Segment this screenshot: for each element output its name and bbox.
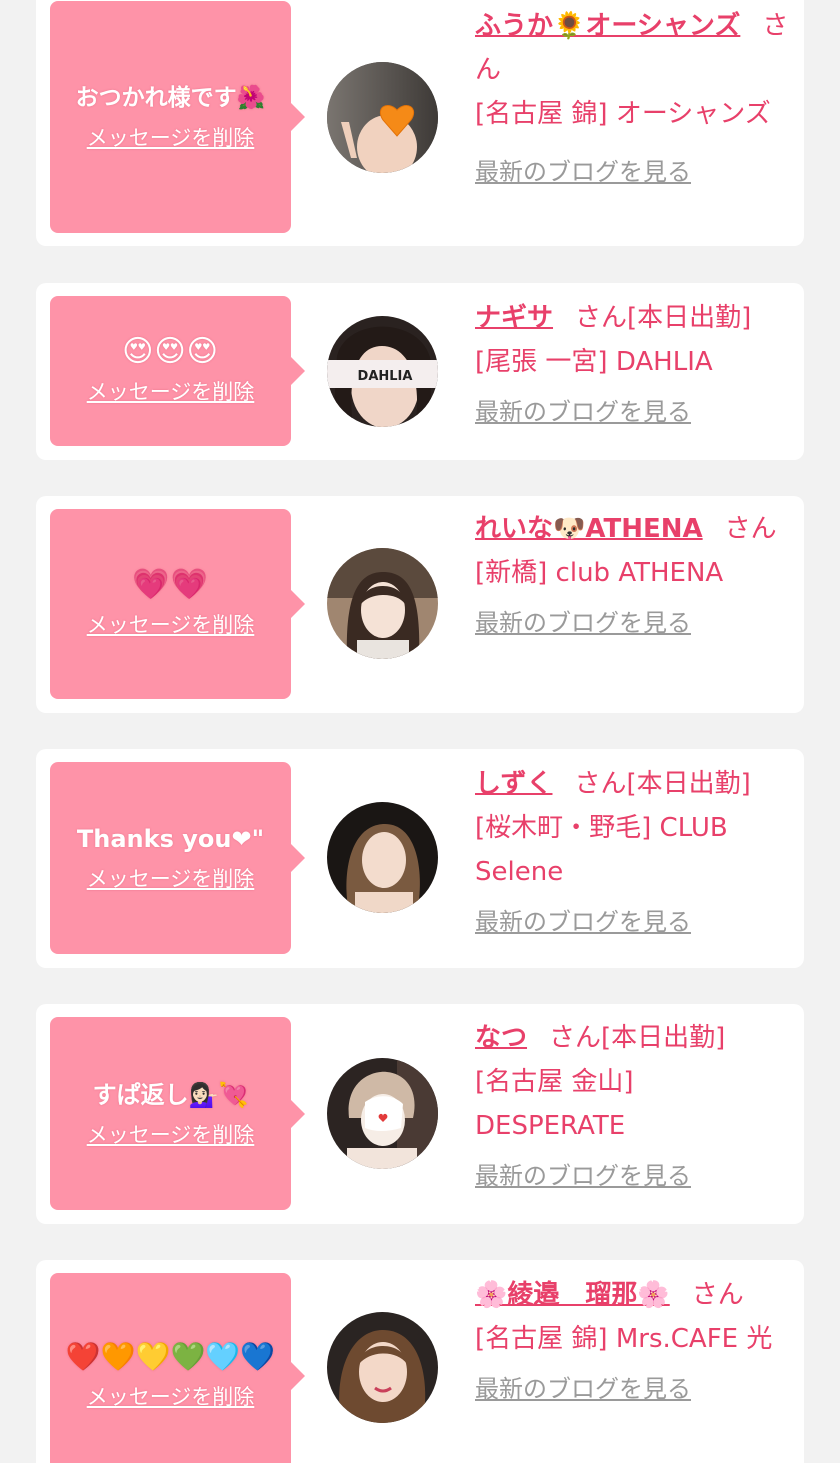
delete-message-link[interactable]: メッセージを削除 [87, 122, 255, 152]
message-text: すぱ返し💁🏻‍♀️💘 [92, 1080, 249, 1109]
message-card: 💗💗 メッセージを削除 れいな🐶ATHENA さん [新橋] club ATHEN… [36, 496, 804, 713]
delete-message-link[interactable]: メッセージを削除 [87, 376, 255, 406]
honorific: さん[本日出勤] [574, 769, 751, 799]
latest-blog-link[interactable]: 最新のブログを見る [475, 390, 791, 434]
message-bubble: Thanks you❤" メッセージを削除 [50, 762, 305, 954]
cast-info: しずく さん[本日出勤] [桜木町・野毛] CLUB Selene 最新のブログを… [475, 762, 791, 944]
cast-info: ナギサ さん[本日出勤] [尾張 一宮] DAHLIA 最新のブログを見る [475, 296, 791, 434]
shop-name: [新橋] club ATHENA [475, 558, 724, 588]
cast-name-link[interactable]: れいな🐶ATHENA [475, 514, 703, 544]
message-card: ❤️🧡💛💚🩵💙 メッセージを削除 🌸綾邉 瑠那🌸 さん [名古屋 錦] Mrs.C… [36, 1260, 804, 1463]
delete-message-link[interactable]: メッセージを削除 [87, 863, 255, 893]
message-bubble: すぱ返し💁🏻‍♀️💘 メッセージを削除 [50, 1017, 305, 1210]
message-bubble: ❤️🧡💛💚🩵💙 メッセージを削除 [50, 1273, 305, 1463]
message-text: おつかれ様です🌺 [75, 85, 266, 111]
avatar[interactable] [327, 1058, 438, 1169]
delete-message-link[interactable]: メッセージを削除 [87, 609, 255, 639]
latest-blog-link[interactable]: 最新のブログを見る [475, 1154, 791, 1198]
latest-blog-link[interactable]: 最新のブログを見る [475, 601, 791, 645]
latest-blog-link[interactable]: 最新のブログを見る [475, 1367, 791, 1411]
cast-info: 🌸綾邉 瑠那🌸 さん [名古屋 錦] Mrs.CAFE 光 最新のブログを見る [475, 1273, 791, 1411]
message-bubble: おつかれ様です🌺 メッセージを削除 [50, 1, 305, 233]
honorific: さん [691, 1280, 744, 1310]
cast-name-link[interactable]: 🌸綾邉 瑠那🌸 [475, 1280, 670, 1310]
message-bubble: 💗💗 メッセージを削除 [50, 509, 305, 699]
shop-name: [名古屋 錦] オーシャンズ [475, 99, 771, 129]
avatar[interactable] [327, 802, 438, 913]
avatar[interactable] [327, 62, 438, 173]
shop-name: [桜木町・野毛] CLUB Selene [475, 813, 728, 887]
delete-message-link[interactable]: メッセージを削除 [87, 1381, 255, 1411]
delete-message-link[interactable]: メッセージを削除 [87, 1119, 255, 1149]
shop-name: [名古屋 錦] Mrs.CAFE 光 [475, 1324, 773, 1354]
honorific: さん [724, 514, 777, 544]
message-text: 😍😍😍 [122, 334, 219, 369]
message-card: すぱ返し💁🏻‍♀️💘 メッセージを削除 なつ さん[本日出勤] [名古屋 金山] … [36, 1004, 804, 1224]
cast-name-link[interactable]: ふうか🌻オーシャンズ [475, 11, 740, 41]
message-bubble: 😍😍😍 メッセージを削除 [50, 296, 305, 446]
message-text: 💗💗 [132, 567, 209, 602]
cast-info: なつ さん[本日出勤] [名古屋 金山] DESPERATE 最新のブログを見る [475, 1016, 791, 1198]
cast-name-link[interactable]: なつ [475, 1023, 527, 1053]
avatar-label: DAHLIA [358, 369, 413, 384]
message-text: Thanks you❤" [76, 825, 265, 853]
shop-name: [名古屋 金山] DESPERATE [475, 1067, 634, 1141]
honorific: さん[本日出勤] [575, 303, 752, 333]
message-text: ❤️🧡💛💚🩵💙 [65, 1339, 276, 1373]
latest-blog-link[interactable]: 最新のブログを見る [475, 150, 791, 194]
latest-blog-link[interactable]: 最新のブログを見る [475, 900, 791, 944]
honorific: さん[本日出勤] [549, 1023, 726, 1053]
message-card: 😍😍😍 メッセージを削除 DAHLIA ナギサ さん[本日出勤] [尾張 一宮] … [36, 283, 804, 460]
avatar[interactable]: DAHLIA [327, 316, 438, 427]
cast-name-link[interactable]: ナギサ [475, 303, 553, 333]
cast-info: ふうか🌻オーシャンズ さん [名古屋 錦] オーシャンズ 最新のブログを見る [475, 4, 791, 194]
avatar[interactable] [327, 548, 438, 659]
avatar[interactable] [327, 1312, 438, 1423]
message-card: おつかれ様です🌺 メッセージを削除 ふうか🌻オーシャンズ さん [名古屋 錦] オ… [36, 0, 804, 246]
cast-name-link[interactable]: しずく [475, 769, 552, 799]
cast-info: れいな🐶ATHENA さん [新橋] club ATHENA 最新のブログを見る [475, 507, 791, 645]
message-card: Thanks you❤" メッセージを削除 しずく さん[本日出勤] [桜木町・野… [36, 749, 804, 968]
shop-name: [尾張 一宮] DAHLIA [475, 347, 713, 377]
